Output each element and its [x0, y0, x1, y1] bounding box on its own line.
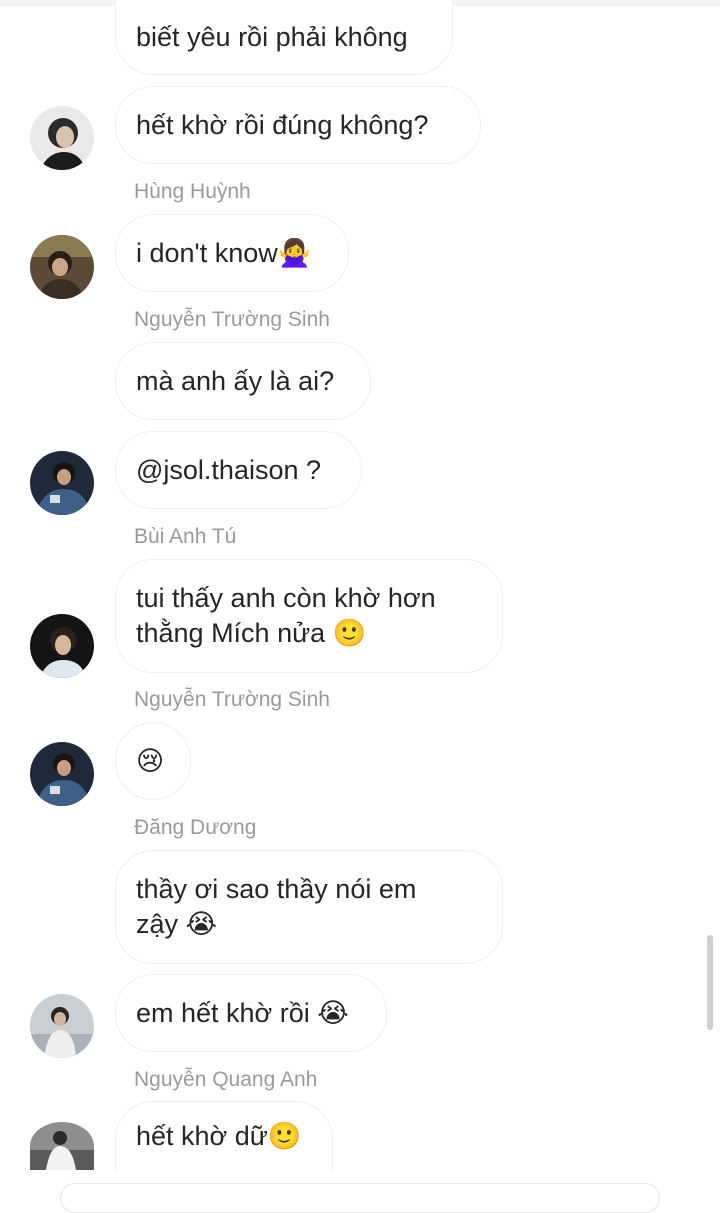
- message-bubble[interactable]: em hết khờ rồi 😭: [115, 974, 387, 1052]
- avatar[interactable]: [30, 235, 94, 299]
- message-bubble[interactable]: 😢: [115, 722, 191, 800]
- message-bubble[interactable]: hết khờ rồi đúng không?: [115, 86, 481, 164]
- message-bubble[interactable]: biết yêu rồi phải không: [115, 0, 453, 75]
- avatar[interactable]: [30, 106, 94, 170]
- message-text: i don't know🙅‍♀️: [136, 237, 312, 268]
- avatar[interactable]: [30, 1122, 94, 1170]
- message-text: mà anh ấy là ai?: [136, 365, 335, 396]
- message-text: biết yêu rồi phải không: [136, 21, 408, 52]
- sender-name: Bùi Anh Tú: [134, 525, 237, 548]
- avatar[interactable]: [30, 614, 94, 678]
- avatar[interactable]: [30, 451, 94, 515]
- message-bubble[interactable]: @jsol.thaison ?: [115, 431, 362, 509]
- message-text: @jsol.thaison ?: [136, 454, 322, 485]
- sender-name: Nguyễn Trường Sinh: [134, 688, 330, 711]
- message-text: hết khờ dữ🙂: [136, 1121, 302, 1151]
- message-bubble[interactable]: hết khờ dữ🙂: [115, 1101, 333, 1171]
- comment-input-edge[interactable]: [60, 1183, 660, 1213]
- message-text: em hết khờ rồi 😭: [136, 997, 349, 1028]
- avatar[interactable]: [30, 994, 94, 1058]
- sender-name: Đăng Dương: [134, 816, 257, 839]
- message-bubble[interactable]: thầy ơi sao thầy nói em zậy 😭: [115, 850, 503, 964]
- sender-name: Nguyễn Quang Anh: [134, 1068, 318, 1091]
- message-text: 😢: [136, 745, 165, 776]
- scrollbar[interactable]: [707, 935, 713, 1030]
- avatar[interactable]: [30, 742, 94, 806]
- message-bubble[interactable]: tui thấy anh còn khờ hơn thằng Mích nửa …: [115, 559, 503, 673]
- sender-name: Nguyễn Trường Sinh: [134, 308, 330, 331]
- message-bubble[interactable]: mà anh ấy là ai?: [115, 342, 371, 420]
- message-text: hết khờ rồi đúng không?: [136, 109, 429, 140]
- message-text: thầy ơi sao thầy nói em zậy 😭: [136, 874, 417, 939]
- message-text: tui thấy anh còn khờ hơn thằng Mích nửa …: [136, 583, 436, 648]
- message-bubble[interactable]: i don't know🙅‍♀️: [115, 214, 349, 292]
- sender-name: Hùng Huỳnh: [134, 180, 251, 203]
